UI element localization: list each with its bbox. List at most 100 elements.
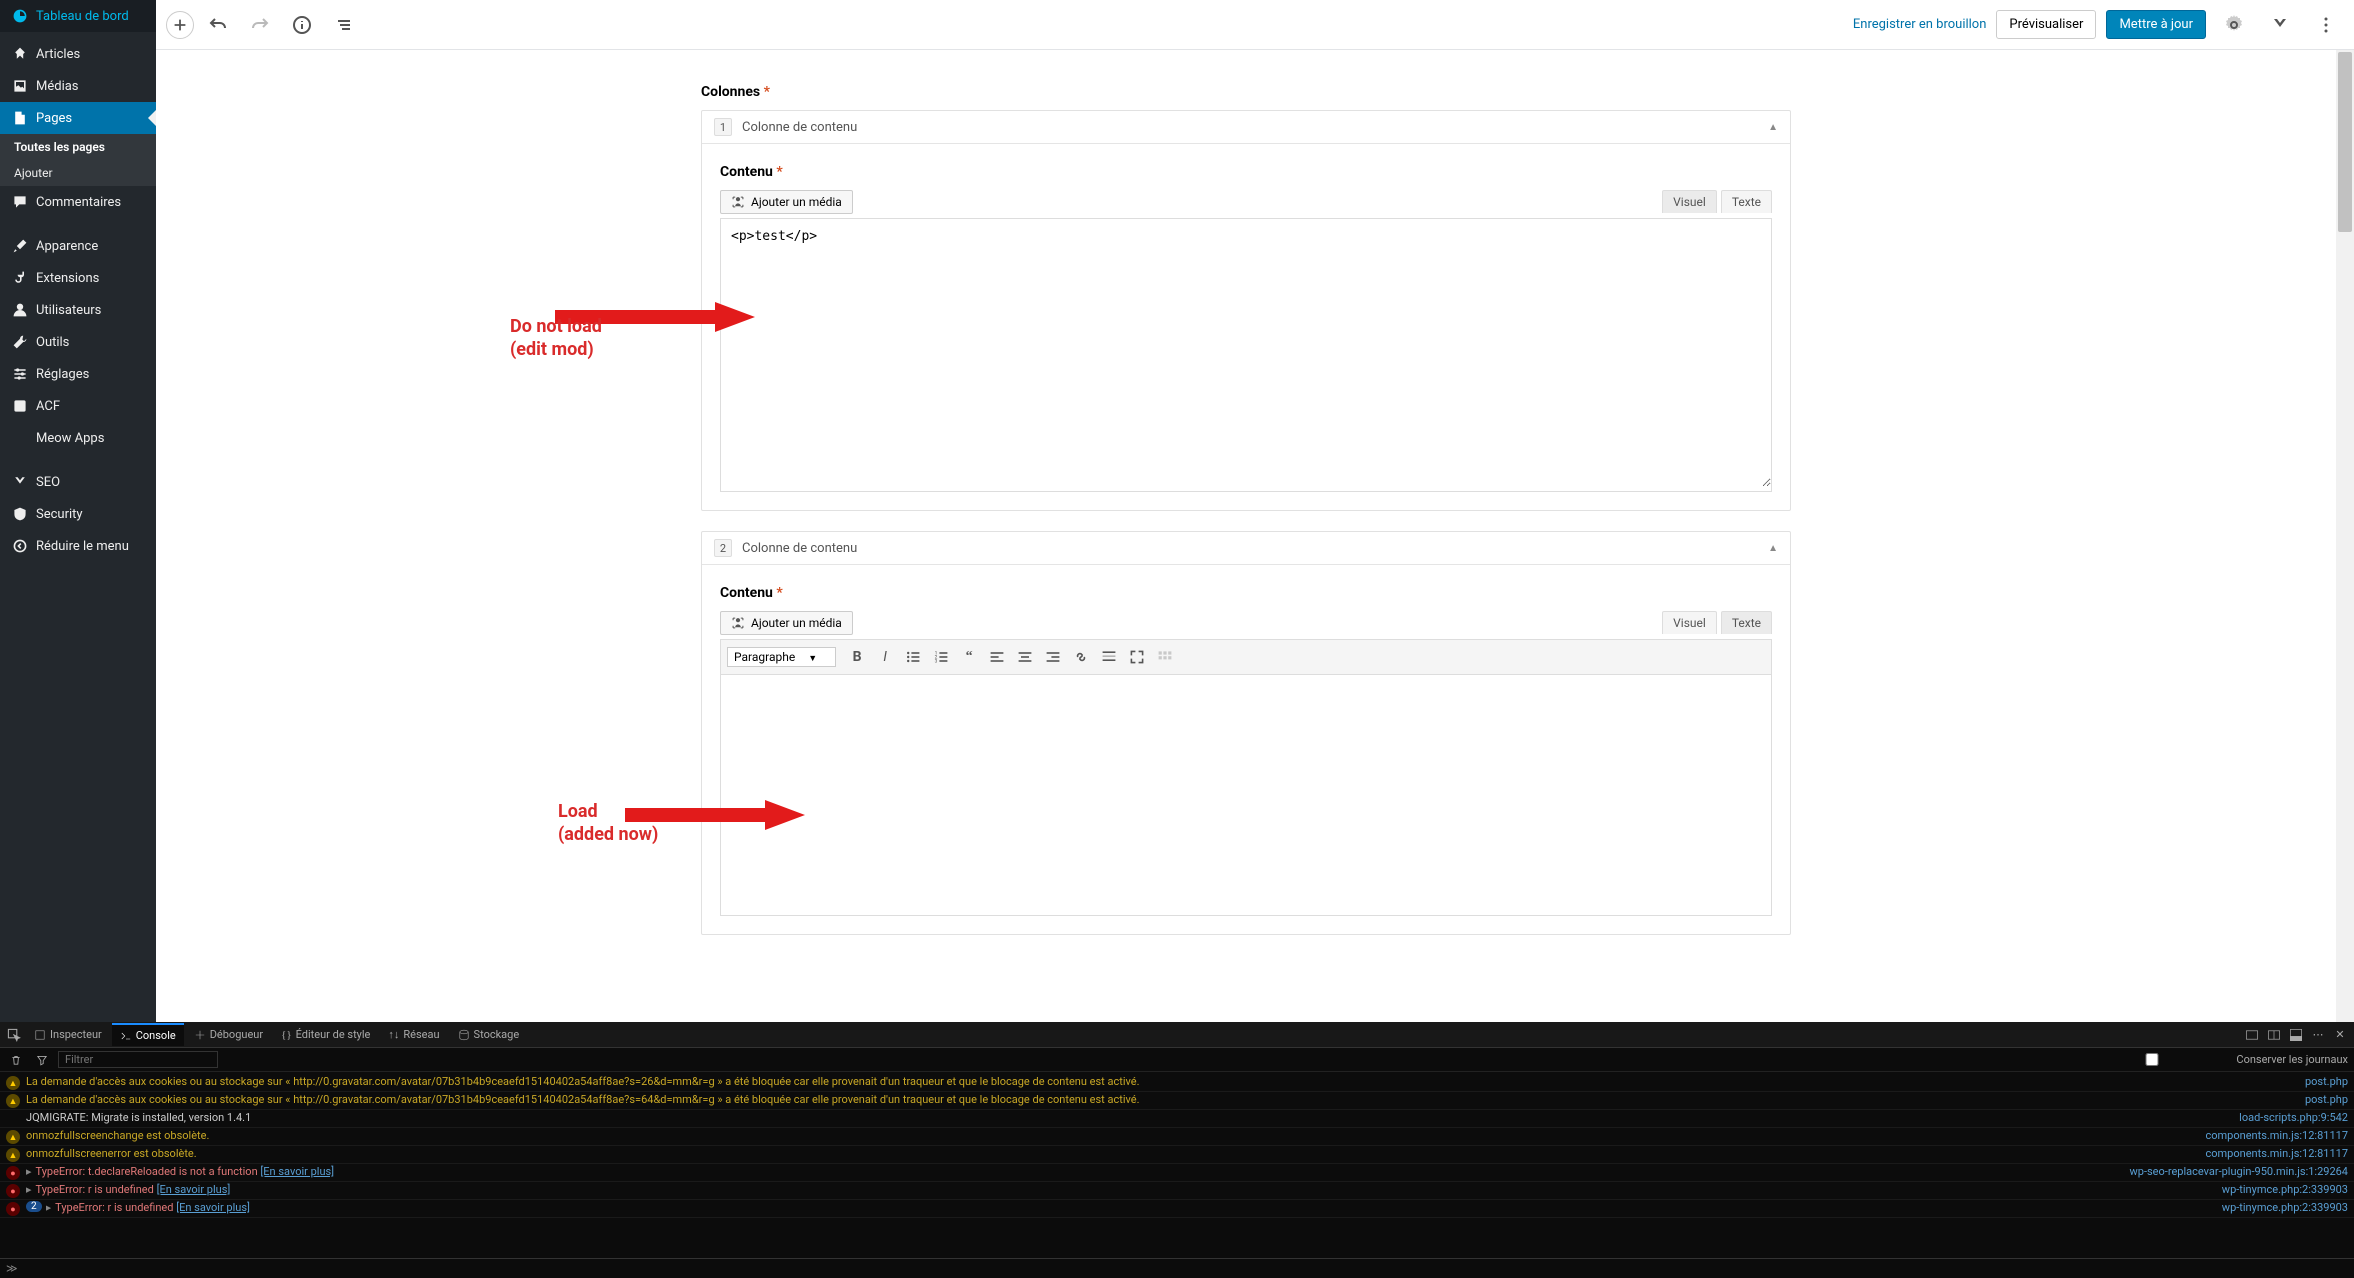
content-field-label: Contenu * <box>720 577 1772 611</box>
filter-icon[interactable] <box>32 1050 52 1070</box>
wysiwyg-editor-visual: Paragraphe ▼ B I 123 “ <box>720 639 1772 916</box>
sidebar-sub-add[interactable]: Ajouter <box>0 160 156 186</box>
link-button[interactable] <box>1068 644 1094 670</box>
sidebar-item-appearance[interactable]: Apparence <box>0 230 156 262</box>
text-tab[interactable]: Texte <box>1721 190 1772 213</box>
text-tab[interactable]: Texte <box>1721 611 1772 634</box>
meow-icon <box>10 428 30 448</box>
persist-checkbox[interactable] <box>2072 1053 2232 1066</box>
toolbar-toggle-button[interactable] <box>1152 644 1178 670</box>
sidebar-item-settings[interactable]: Réglages <box>0 358 156 390</box>
row-title: Colonne de contenu <box>742 120 857 135</box>
update-button[interactable]: Mettre à jour <box>2106 10 2206 39</box>
style-editor-tab[interactable]: {}Éditeur de style <box>273 1024 378 1045</box>
align-center-button[interactable] <box>1012 644 1038 670</box>
sidebar-label: Pages <box>36 111 72 126</box>
add-media-button[interactable]: Ajouter un média <box>720 190 853 214</box>
sidebar-label: Réglages <box>36 367 89 382</box>
content-textarea[interactable] <box>721 219 1771 487</box>
settings-gear-button[interactable] <box>2216 7 2252 43</box>
sidebar-label: Commentaires <box>36 195 121 210</box>
console-tab[interactable]: Console <box>112 1023 184 1046</box>
scrollbar-track[interactable] <box>2336 50 2354 1022</box>
sidebar-item-acf[interactable]: ACF <box>0 390 156 422</box>
acf-row-header[interactable]: 2 Colonne de contenu ▲ <box>702 532 1790 565</box>
format-select[interactable]: Paragraphe ▼ <box>727 647 836 667</box>
wrench-icon <box>10 332 30 352</box>
sidebar-dashboard[interactable]: Tableau de bord <box>0 0 156 32</box>
dt-dock-icon[interactable] <box>2286 1025 2306 1045</box>
visual-tab[interactable]: Visuel <box>1662 190 1717 213</box>
sidebar-label: Médias <box>36 79 79 94</box>
sidebar-label: Extensions <box>36 271 99 286</box>
dt-close-icon[interactable]: ✕ <box>2330 1025 2350 1045</box>
dt-split-icon[interactable] <box>2264 1025 2284 1045</box>
yoast-button[interactable] <box>2262 7 2298 43</box>
sidebar-item-articles[interactable]: Articles <box>0 38 156 70</box>
page-icon <box>10 108 30 128</box>
debugger-tab[interactable]: Débogueur <box>186 1024 271 1045</box>
console-line: ▲La demande d'accès aux cookies ou au st… <box>0 1092 2354 1110</box>
align-left-button[interactable] <box>984 644 1010 670</box>
fullscreen-button[interactable] <box>1124 644 1150 670</box>
redo-button[interactable] <box>242 7 278 43</box>
columns-field-label: Colonnes * <box>701 76 1791 110</box>
sidebar-item-tools[interactable]: Outils <box>0 326 156 358</box>
outline-button[interactable] <box>326 7 362 43</box>
pin-icon <box>10 44 30 64</box>
more-button[interactable] <box>1096 644 1122 670</box>
acf-row-header[interactable]: 1 Colonne de contenu ▲ <box>702 111 1790 144</box>
yoast-icon <box>10 472 30 492</box>
devtools-panel: Inspecteur Console Débogueur {}Éditeur d… <box>0 1022 2354 1278</box>
sidebar-label: Outils <box>36 335 69 350</box>
devtools-tabs: Inspecteur Console Débogueur {}Éditeur d… <box>0 1022 2354 1048</box>
row-title: Colonne de contenu <box>742 541 857 556</box>
sidebar-item-pages[interactable]: Pages <box>0 102 156 134</box>
acf-icon <box>10 396 30 416</box>
sub-label: Ajouter <box>14 166 53 180</box>
tinymce-content[interactable] <box>721 675 1771 915</box>
editor-topbar: Enregistrer en brouillon Prévisualiser M… <box>156 0 2354 50</box>
sidebar-item-meowapps[interactable]: Meow Apps <box>0 422 156 454</box>
persist-logs-toggle[interactable]: Conserver les journaux <box>2072 1053 2348 1066</box>
trash-icon[interactable] <box>6 1050 26 1070</box>
sidebar-item-comments[interactable]: Commentaires <box>0 186 156 218</box>
collapse-icon[interactable]: ▲ <box>1768 122 1778 133</box>
ul-button[interactable] <box>900 644 926 670</box>
sidebar-item-plugins[interactable]: Extensions <box>0 262 156 294</box>
network-tab[interactable]: ↑↓Réseau <box>380 1024 447 1045</box>
collapse-icon[interactable]: ▲ <box>1768 543 1778 554</box>
collapse-icon <box>10 536 30 556</box>
tinymce-toolbar: Paragraphe ▼ B I 123 “ <box>721 640 1771 675</box>
italic-button[interactable]: I <box>872 644 898 670</box>
align-right-button[interactable] <box>1040 644 1066 670</box>
visual-tab[interactable]: Visuel <box>1662 611 1717 634</box>
undo-button[interactable] <box>200 7 236 43</box>
sidebar-label: Utilisateurs <box>36 303 101 318</box>
dashboard-icon <box>10 6 30 26</box>
sidebar-item-seo[interactable]: SEO <box>0 466 156 498</box>
inspector-tab[interactable]: Inspecteur <box>26 1024 110 1045</box>
dt-more-icon[interactable]: ⋯ <box>2308 1025 2328 1045</box>
inspect-picker-icon[interactable] <box>4 1025 24 1045</box>
info-button[interactable] <box>284 7 320 43</box>
preview-button[interactable]: Prévisualiser <box>1996 10 2096 39</box>
sidebar-item-security[interactable]: Security <box>0 498 156 530</box>
console-prompt[interactable]: ≫ <box>0 1258 2354 1278</box>
dt-iframe-icon[interactable] <box>2242 1025 2262 1045</box>
quote-button[interactable]: “ <box>956 644 982 670</box>
add-media-button[interactable]: Ajouter un média <box>720 611 853 635</box>
bold-button[interactable]: B <box>844 644 870 670</box>
brush-icon <box>10 236 30 256</box>
sidebar-sub-all-pages[interactable]: Toutes les pages <box>0 134 156 160</box>
save-draft-button[interactable]: Enregistrer en brouillon <box>1853 17 1987 32</box>
add-block-button[interactable] <box>166 11 194 39</box>
scrollbar-thumb[interactable] <box>2338 52 2352 232</box>
filter-input[interactable] <box>58 1051 218 1068</box>
ol-button[interactable]: 123 <box>928 644 954 670</box>
storage-tab[interactable]: Stockage <box>450 1024 528 1045</box>
sidebar-item-collapse[interactable]: Réduire le menu <box>0 530 156 562</box>
sidebar-item-media[interactable]: Médias <box>0 70 156 102</box>
sidebar-item-users[interactable]: Utilisateurs <box>0 294 156 326</box>
more-menu-button[interactable] <box>2308 7 2344 43</box>
